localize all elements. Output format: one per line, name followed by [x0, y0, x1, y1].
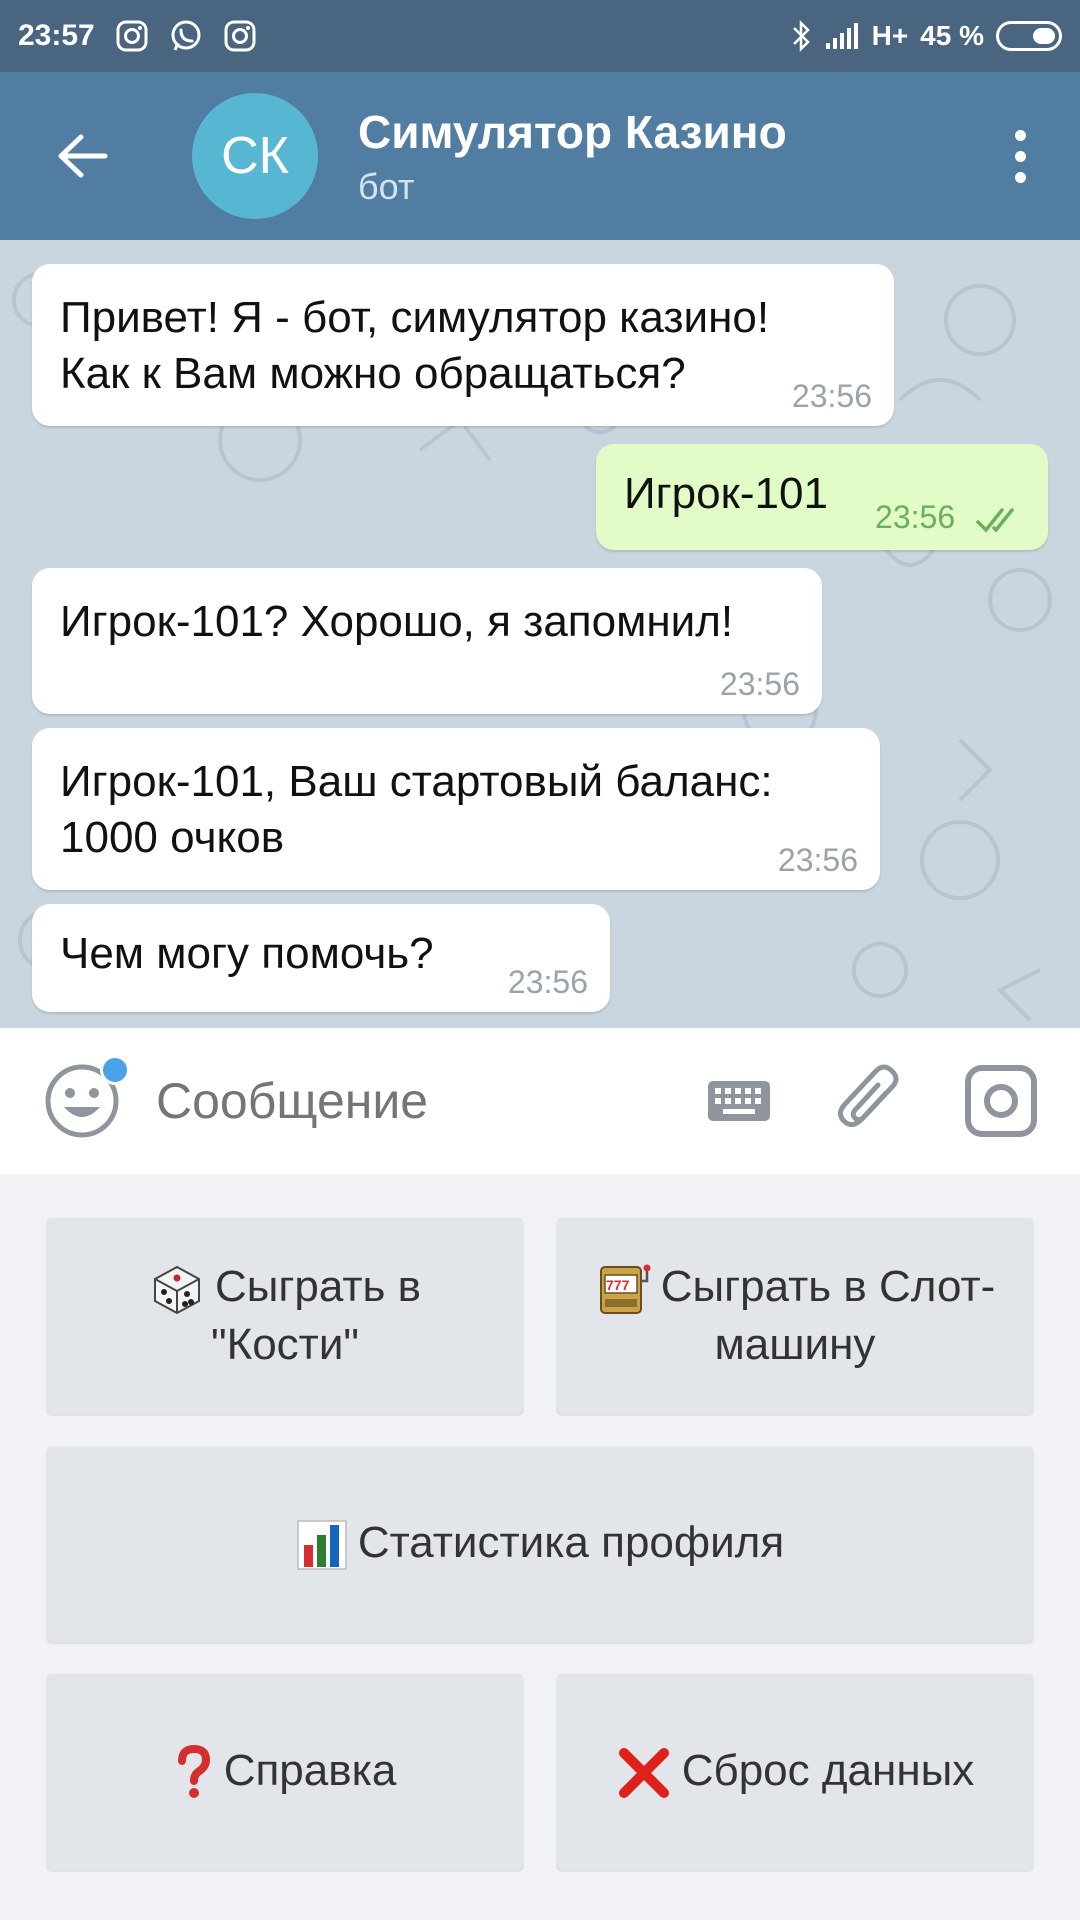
menu-dot [1014, 150, 1026, 162]
reset-data-button[interactable]: Сброс данных [556, 1674, 1034, 1870]
status-time: 23:57 [18, 19, 95, 52]
button-label: 777 Сыграть в Слот- машину [595, 1259, 996, 1373]
message-time: 23:56 [791, 378, 872, 414]
instagram-icon [116, 20, 148, 52]
button-text: Статистика профиля [357, 1517, 785, 1567]
button-label-line: 777 Сыграть в Слот- [595, 1259, 996, 1317]
network-type: H+ [871, 20, 909, 51]
signal-icon [825, 23, 858, 49]
button-text: Сброс данных [681, 1745, 975, 1795]
message-text-line: 1000 очков [60, 813, 285, 862]
chat-info[interactable]: Симулятор Казино бот [358, 104, 787, 208]
battery-icon [996, 21, 1062, 51]
camera-icon[interactable] [964, 1064, 1038, 1138]
button-text: Сыграть в Слот- [660, 1261, 996, 1311]
slot-machine-icon: 777 [599, 1264, 651, 1315]
play-dice-button[interactable]: Сыграть в "Кости" [46, 1218, 524, 1414]
status-bar: 23:57 H+ 45 % [0, 0, 1080, 72]
svg-text:777: 777 [606, 1277, 630, 1293]
message-bubble[interactable]: Игрок-101? Хорошо, я запомнил! 23:56 [32, 568, 822, 714]
play-slots-button[interactable]: 777 Сыграть в Слот- машину [556, 1218, 1034, 1414]
bluetooth-icon [792, 19, 810, 53]
chat-subtitle: бот [358, 166, 415, 207]
bot-keyboard: Сыграть в "Кости" 777 Сыграть в Слот- маш… [0, 1174, 1080, 1920]
whatsapp-icon [171, 20, 201, 51]
button-label: Справка [174, 1743, 397, 1801]
chat-title: Симулятор Казино [358, 106, 787, 158]
message-input[interactable] [156, 1072, 676, 1130]
button-label-line: "Кости" [210, 1320, 360, 1370]
status-right: H+ 45 % [790, 19, 1062, 53]
battery-percent: 45 % [920, 20, 984, 51]
dice-icon [153, 1266, 200, 1315]
profile-stats-button[interactable]: Статистика профиля [46, 1446, 1034, 1642]
message-text-line: Игрок-101, Ваш стартовый баланс: [60, 757, 773, 806]
double-check-icon [976, 508, 1014, 533]
emoji-button[interactable] [42, 1055, 130, 1141]
message-input-bar [0, 1028, 1080, 1174]
avatar[interactable]: СК [192, 93, 318, 219]
message-time-status: 23:56 [875, 501, 1024, 534]
bar-chart-icon [297, 1520, 347, 1570]
button-label-line: машину [714, 1320, 876, 1370]
button-label: Статистика профиля [296, 1515, 784, 1573]
paperclip-icon[interactable] [834, 1063, 904, 1139]
message-text-line: Игрок-101? Хорошо, я запомнил! [60, 597, 734, 646]
help-button[interactable]: Справка [46, 1674, 524, 1870]
chat-history[interactable]: Привет! Я - бот, симулятор казино! Как к… [0, 240, 1080, 1028]
message-text-line: Привет! Я - бот, симулятор казино! [60, 293, 770, 342]
button-text: Сыграть в [214, 1261, 422, 1311]
message-text-line: Чем могу помочь? [60, 929, 434, 978]
message-bubble[interactable]: Игрок-101, Ваш стартовый баланс: 1000 оч… [32, 728, 880, 890]
message-bubble[interactable]: Привет! Я - бот, симулятор казино! Как к… [32, 264, 894, 426]
message-time: 23:56 [875, 499, 956, 536]
instagram-icon [224, 20, 256, 52]
message-bubble[interactable]: Чем могу помочь? 23:56 [32, 904, 610, 1012]
message-time: 23:56 [719, 666, 800, 702]
notification-dot [100, 1055, 130, 1085]
menu-dot [1014, 129, 1026, 141]
button-label: Сброс данных [616, 1743, 975, 1801]
message-bubble-outgoing[interactable]: Игрок-101 23:56 [596, 444, 1048, 550]
button-text: Справка [223, 1745, 397, 1795]
button-label-line: Сыграть в [149, 1259, 421, 1317]
back-button[interactable] [28, 101, 138, 211]
more-menu-button[interactable] [1000, 106, 1040, 206]
question-mark-icon [177, 1745, 210, 1799]
message-time: 23:56 [507, 964, 588, 1000]
chat-header: СК Симулятор Казино бот [0, 72, 1080, 240]
cross-mark-icon [618, 1748, 669, 1799]
arrow-left-icon [58, 134, 108, 178]
menu-dot [1014, 171, 1026, 183]
keyboard-icon[interactable] [706, 1077, 772, 1125]
message-text-line: Как к Вам можно обращаться? [60, 349, 686, 398]
message-time: 23:56 [777, 842, 858, 878]
button-label: Сыграть в "Кости" [149, 1259, 421, 1373]
